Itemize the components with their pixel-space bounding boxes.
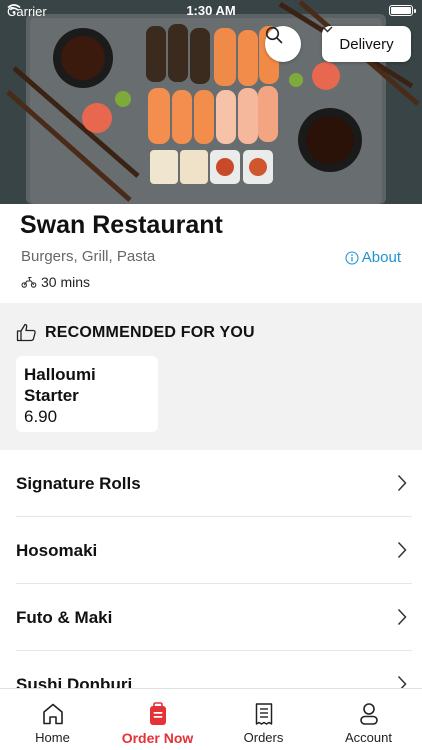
chevron-right-icon — [397, 541, 407, 559]
battery-icon — [389, 5, 416, 16]
category-row[interactable]: Hosomaki — [0, 517, 422, 584]
about-label: About — [361, 249, 401, 266]
chevron-down-icon — [322, 26, 333, 33]
delivery-time: 30 mins — [21, 274, 90, 290]
home-icon — [42, 703, 63, 725]
category-row[interactable]: Sushi Donburi — [0, 651, 422, 688]
recommended-item-card[interactable]: Halloumi Starter 6.90 — [16, 356, 158, 432]
status-bar: Carrier 1:30 AM — [0, 0, 422, 22]
order-bag-icon — [149, 702, 166, 725]
recommended-title: RECOMMENDED FOR YOU — [45, 323, 255, 341]
status-time: 1:30 AM — [186, 3, 236, 18]
category-label: Futo & Maki — [16, 607, 113, 627]
receipt-icon — [255, 703, 272, 725]
chevron-right-icon — [397, 675, 407, 688]
tab-label: Account — [345, 730, 392, 745]
category-list: Signature Rolls Hosomaki Futo & Maki Sus… — [0, 450, 422, 688]
item-price: 6.90 — [24, 407, 58, 426]
delivery-time-label: 30 mins — [41, 274, 91, 290]
tab-home[interactable]: Home — [0, 689, 105, 750]
tab-orders[interactable]: Orders — [211, 689, 316, 750]
tab-label: Home — [35, 730, 70, 745]
category-label: Signature Rolls — [16, 473, 141, 493]
thumbs-up-icon — [16, 323, 36, 342]
category-row[interactable]: Futo & Maki — [0, 584, 422, 651]
search-icon — [265, 26, 283, 44]
recommended-section: RECOMMENDED FOR YOU Halloumi Starter 6.9… — [0, 303, 422, 450]
category-label: Sushi Donburi — [16, 674, 133, 689]
restaurant-name: Swan Restaurant — [20, 211, 223, 239]
category-label: Hosomaki — [16, 540, 98, 560]
recommended-header: RECOMMENDED FOR YOU — [16, 323, 255, 342]
chevron-right-icon — [397, 608, 407, 626]
restaurant-info: Swan Restaurant Burgers, Grill, Pasta Ab… — [0, 204, 422, 303]
hero-image: Carrier 1:30 AM Delivery — [0, 0, 422, 204]
about-link[interactable]: About — [345, 249, 401, 266]
category-row[interactable]: Signature Rolls — [0, 450, 422, 517]
tab-account[interactable]: Account — [316, 689, 421, 750]
restaurant-cuisine: Burgers, Grill, Pasta — [21, 248, 156, 265]
item-name: Halloumi Starter — [24, 365, 96, 405]
delivery-mode-label: Delivery — [339, 35, 394, 53]
tab-label: Order Now — [121, 730, 194, 746]
tab-order-now[interactable]: Order Now — [105, 689, 210, 750]
tab-bar: Home Order Now Orders Account — [0, 688, 422, 750]
scooter-icon — [21, 276, 37, 288]
tab-label: Orders — [243, 730, 284, 745]
search-button[interactable] — [265, 26, 301, 62]
delivery-mode-dropdown[interactable]: Delivery — [322, 26, 411, 62]
chevron-right-icon — [397, 474, 407, 492]
user-icon — [359, 703, 378, 725]
info-icon — [345, 250, 359, 265]
